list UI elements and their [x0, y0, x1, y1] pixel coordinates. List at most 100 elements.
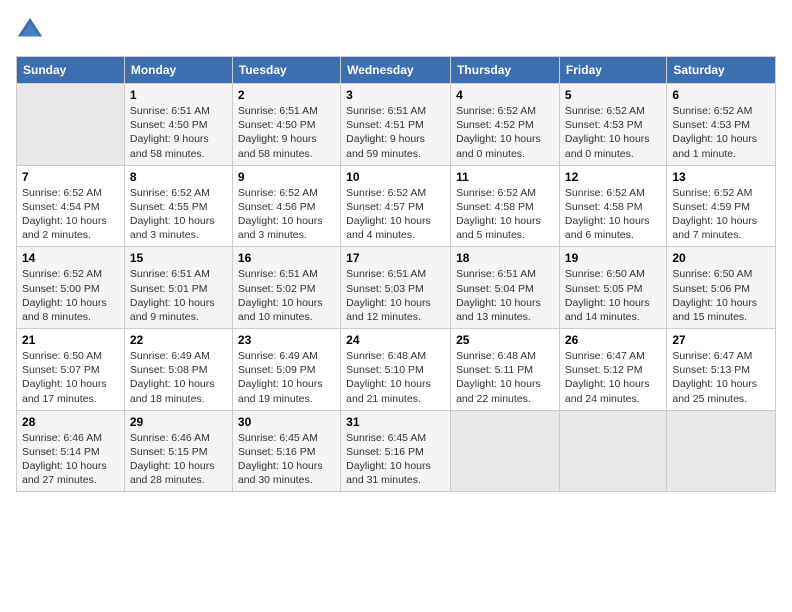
day-info: Sunrise: 6:52 AMSunset: 4:58 PMDaylight:…: [456, 186, 554, 243]
day-number: 3: [346, 88, 445, 102]
calendar-cell: 28 Sunrise: 6:46 AMSunset: 5:14 PMDayligh…: [17, 410, 125, 492]
calendar-cell: 15 Sunrise: 6:51 AMSunset: 5:01 PMDayligh…: [124, 247, 232, 329]
calendar-cell: 18 Sunrise: 6:51 AMSunset: 5:04 PMDayligh…: [451, 247, 560, 329]
day-info: Sunrise: 6:51 AMSunset: 5:01 PMDaylight:…: [130, 267, 227, 324]
day-info: Sunrise: 6:52 AMSunset: 4:53 PMDaylight:…: [565, 104, 661, 161]
day-number: 21: [22, 333, 119, 347]
day-number: 18: [456, 251, 554, 265]
day-info: Sunrise: 6:52 AMSunset: 4:52 PMDaylight:…: [456, 104, 554, 161]
page-header: [16, 16, 776, 44]
day-number: 26: [565, 333, 661, 347]
calendar-cell: 4 Sunrise: 6:52 AMSunset: 4:52 PMDaylight…: [451, 84, 560, 166]
logo-icon: [16, 16, 44, 44]
calendar-cell: 11 Sunrise: 6:52 AMSunset: 4:58 PMDayligh…: [451, 165, 560, 247]
calendar-cell: 5 Sunrise: 6:52 AMSunset: 4:53 PMDaylight…: [559, 84, 666, 166]
calendar-cell: [667, 410, 776, 492]
calendar-cell: 30Sunrise: 6:45 AMSunset: 5:16 PMDayligh…: [232, 410, 340, 492]
day-number: 24: [346, 333, 445, 347]
day-info: Sunrise: 6:47 AMSunset: 5:13 PMDaylight:…: [672, 349, 770, 406]
calendar-cell: [559, 410, 666, 492]
calendar-week-row: 7 Sunrise: 6:52 AMSunset: 4:54 PMDaylight…: [17, 165, 776, 247]
calendar-cell: 22 Sunrise: 6:49 AMSunset: 5:08 PMDayligh…: [124, 329, 232, 411]
calendar-cell: 21 Sunrise: 6:50 AMSunset: 5:07 PMDayligh…: [17, 329, 125, 411]
day-number: 20: [672, 251, 770, 265]
col-header-wednesday: Wednesday: [341, 57, 451, 84]
day-number: 5: [565, 88, 661, 102]
day-info: Sunrise: 6:50 AMSunset: 5:07 PMDaylight:…: [22, 349, 119, 406]
day-number: 23: [238, 333, 335, 347]
day-number: 8: [130, 170, 227, 184]
day-info: Sunrise: 6:46 AMSunset: 5:15 PMDaylight:…: [130, 431, 227, 488]
day-number: 14: [22, 251, 119, 265]
day-number: 15: [130, 251, 227, 265]
calendar-cell: 8 Sunrise: 6:52 AMSunset: 4:55 PMDaylight…: [124, 165, 232, 247]
day-info: Sunrise: 6:50 AMSunset: 5:06 PMDaylight:…: [672, 267, 770, 324]
day-info: Sunrise: 6:50 AMSunset: 5:05 PMDaylight:…: [565, 267, 661, 324]
col-header-monday: Monday: [124, 57, 232, 84]
calendar-table: SundayMondayTuesdayWednesdayThursdayFrid…: [16, 56, 776, 492]
calendar-cell: 16 Sunrise: 6:51 AMSunset: 5:02 PMDayligh…: [232, 247, 340, 329]
calendar-cell: 3 Sunrise: 6:51 AMSunset: 4:51 PMDaylight…: [341, 84, 451, 166]
day-info: Sunrise: 6:46 AMSunset: 5:14 PMDaylight:…: [22, 431, 119, 488]
calendar-cell: 31 Sunrise: 6:45 AMSunset: 5:16 PMDayligh…: [341, 410, 451, 492]
day-info: Sunrise: 6:52 AMSunset: 4:56 PMDaylight:…: [238, 186, 335, 243]
day-number: 28: [22, 415, 119, 429]
day-number: 9: [238, 170, 335, 184]
calendar-cell: 26 Sunrise: 6:47 AMSunset: 5:12 PMDayligh…: [559, 329, 666, 411]
day-number: 16: [238, 251, 335, 265]
day-info: Sunrise: 6:49 AMSunset: 5:08 PMDaylight:…: [130, 349, 227, 406]
col-header-saturday: Saturday: [667, 57, 776, 84]
calendar-cell: 29 Sunrise: 6:46 AMSunset: 5:15 PMDayligh…: [124, 410, 232, 492]
day-number: 11: [456, 170, 554, 184]
day-info: Sunrise: 6:52 AMSunset: 4:55 PMDaylight:…: [130, 186, 227, 243]
calendar-cell: 23 Sunrise: 6:49 AMSunset: 5:09 PMDayligh…: [232, 329, 340, 411]
day-info: Sunrise: 6:51 AMSunset: 5:04 PMDaylight:…: [456, 267, 554, 324]
day-info: Sunrise: 6:51 AMSunset: 5:03 PMDaylight:…: [346, 267, 445, 324]
day-number: 25: [456, 333, 554, 347]
col-header-friday: Friday: [559, 57, 666, 84]
calendar-cell: 10Sunrise: 6:52 AMSunset: 4:57 PMDayligh…: [341, 165, 451, 247]
col-header-thursday: Thursday: [451, 57, 560, 84]
day-number: 22: [130, 333, 227, 347]
day-number: 4: [456, 88, 554, 102]
calendar-header-row: SundayMondayTuesdayWednesdayThursdayFrid…: [17, 57, 776, 84]
calendar-week-row: 14 Sunrise: 6:52 AMSunset: 5:00 PMDayligh…: [17, 247, 776, 329]
day-info: Sunrise: 6:47 AMSunset: 5:12 PMDaylight:…: [565, 349, 661, 406]
calendar-cell: 27Sunrise: 6:47 AMSunset: 5:13 PMDayligh…: [667, 329, 776, 411]
logo: [16, 16, 48, 44]
calendar-week-row: 1 Sunrise: 6:51 AMSunset: 4:50 PMDaylight…: [17, 84, 776, 166]
day-info: Sunrise: 6:52 AMSunset: 4:58 PMDaylight:…: [565, 186, 661, 243]
day-info: Sunrise: 6:45 AMSunset: 5:16 PMDaylight:…: [346, 431, 445, 488]
calendar-cell: 13Sunrise: 6:52 AMSunset: 4:59 PMDayligh…: [667, 165, 776, 247]
calendar-cell: 24 Sunrise: 6:48 AMSunset: 5:10 PMDayligh…: [341, 329, 451, 411]
calendar-cell: 12 Sunrise: 6:52 AMSunset: 4:58 PMDayligh…: [559, 165, 666, 247]
day-number: 30: [238, 415, 335, 429]
calendar-cell: 6 Sunrise: 6:52 AMSunset: 4:53 PMDaylight…: [667, 84, 776, 166]
day-number: 13: [672, 170, 770, 184]
day-info: Sunrise: 6:49 AMSunset: 5:09 PMDaylight:…: [238, 349, 335, 406]
calendar-week-row: 28 Sunrise: 6:46 AMSunset: 5:14 PMDayligh…: [17, 410, 776, 492]
calendar-week-row: 21 Sunrise: 6:50 AMSunset: 5:07 PMDayligh…: [17, 329, 776, 411]
calendar-cell: 19 Sunrise: 6:50 AMSunset: 5:05 PMDayligh…: [559, 247, 666, 329]
day-number: 19: [565, 251, 661, 265]
day-number: 1: [130, 88, 227, 102]
day-number: 2: [238, 88, 335, 102]
day-info: Sunrise: 6:48 AMSunset: 5:10 PMDaylight:…: [346, 349, 445, 406]
day-number: 7: [22, 170, 119, 184]
day-number: 31: [346, 415, 445, 429]
day-info: Sunrise: 6:51 AMSunset: 5:02 PMDaylight:…: [238, 267, 335, 324]
calendar-cell: 7 Sunrise: 6:52 AMSunset: 4:54 PMDaylight…: [17, 165, 125, 247]
day-info: Sunrise: 6:51 AMSunset: 4:50 PMDaylight:…: [130, 104, 227, 161]
day-info: Sunrise: 6:52 AMSunset: 5:00 PMDaylight:…: [22, 267, 119, 324]
day-info: Sunrise: 6:52 AMSunset: 4:53 PMDaylight:…: [672, 104, 770, 161]
calendar-cell: 9 Sunrise: 6:52 AMSunset: 4:56 PMDaylight…: [232, 165, 340, 247]
day-number: 12: [565, 170, 661, 184]
col-header-sunday: Sunday: [17, 57, 125, 84]
day-number: 29: [130, 415, 227, 429]
calendar-cell: 1 Sunrise: 6:51 AMSunset: 4:50 PMDaylight…: [124, 84, 232, 166]
calendar-cell: 14 Sunrise: 6:52 AMSunset: 5:00 PMDayligh…: [17, 247, 125, 329]
day-info: Sunrise: 6:51 AMSunset: 4:51 PMDaylight:…: [346, 104, 445, 161]
day-number: 6: [672, 88, 770, 102]
day-info: Sunrise: 6:52 AMSunset: 4:54 PMDaylight:…: [22, 186, 119, 243]
calendar-cell: [451, 410, 560, 492]
